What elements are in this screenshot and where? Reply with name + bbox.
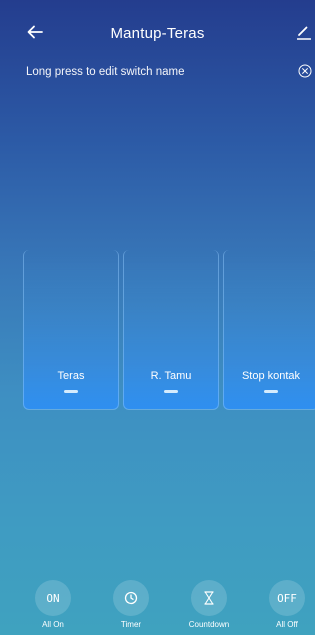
- switch-label: R. Tamu: [150, 370, 192, 382]
- countdown-icon-wrap: [191, 580, 227, 616]
- switch-label: Teras: [57, 370, 85, 382]
- switch-state-indicator: [264, 390, 278, 393]
- switch-r-tamu[interactable]: R. Tamu: [123, 250, 219, 410]
- countdown-button[interactable]: Countdown: [179, 576, 239, 632]
- page-title: Mantup-Teras: [110, 25, 205, 42]
- switch-teras[interactable]: Teras: [23, 250, 119, 410]
- hint-close-button[interactable]: [298, 64, 312, 78]
- switch-state-indicator: [164, 390, 178, 393]
- on-icon: ON: [35, 580, 71, 616]
- all-on-button[interactable]: ON All On: [23, 576, 83, 632]
- switch-stop-kontak[interactable]: Stop kontak: [223, 250, 315, 410]
- all-off-button[interactable]: OFF All Off: [257, 576, 315, 632]
- hourglass-icon: [204, 591, 214, 605]
- edit-button[interactable]: [296, 24, 312, 40]
- hint-text: Long press to edit switch name: [26, 66, 185, 78]
- switch-label: Stop kontak: [241, 370, 301, 382]
- off-icon: OFF: [269, 580, 305, 616]
- timer-button[interactable]: Timer: [101, 576, 161, 632]
- switch-control-screen: Mantup-Teras Long press to edit switch n…: [0, 0, 315, 635]
- hint-banner: Long press to edit switch name: [0, 62, 315, 84]
- timer-label: Timer: [120, 620, 142, 629]
- all-off-label: All Off: [276, 620, 298, 629]
- bottom-action-bar: ON All On Timer Countdown OFF All Off: [0, 576, 315, 635]
- close-circle-icon: [298, 64, 312, 78]
- countdown-label: Countdown: [188, 620, 230, 629]
- clock-icon: [124, 591, 138, 605]
- top-bar: Mantup-Teras: [0, 0, 315, 62]
- switch-state-indicator: [64, 390, 78, 393]
- timer-icon-wrap: [113, 580, 149, 616]
- all-on-label: All On: [42, 620, 64, 629]
- pencil-icon: [296, 26, 312, 40]
